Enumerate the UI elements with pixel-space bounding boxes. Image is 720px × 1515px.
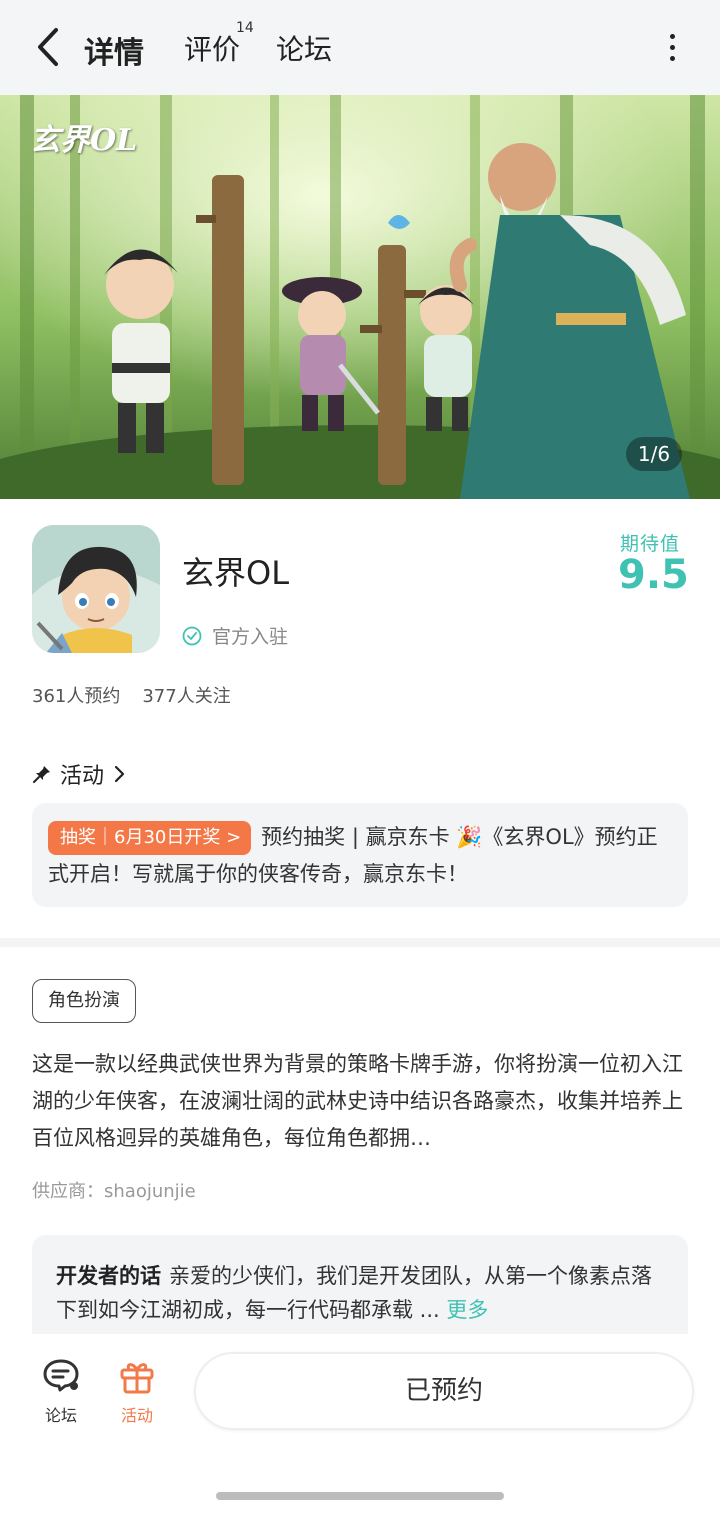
- review-count-badge: 14: [236, 20, 254, 36]
- expectation-score: 9.5: [618, 552, 689, 598]
- tab-forum[interactable]: 论坛: [276, 28, 332, 68]
- follower-count: 377人关注: [142, 686, 231, 707]
- game-logo: 玄界OL: [30, 123, 138, 158]
- genre-tag[interactable]: 角色扮演: [32, 979, 136, 1023]
- tab-forum-label: 论坛: [276, 33, 333, 66]
- game-app-icon: [32, 525, 160, 653]
- game-title: 玄界OL: [182, 554, 290, 592]
- tab-detail[interactable]: 详情: [80, 28, 148, 72]
- pin-icon: [33, 766, 50, 783]
- more-options-icon[interactable]: [660, 30, 684, 66]
- reserved-button[interactable]: 已预约: [194, 1352, 694, 1430]
- gift-icon: [120, 1363, 154, 1394]
- activity-section-header[interactable]: 活动: [32, 758, 126, 790]
- reservation-count: 361人预约: [32, 686, 121, 707]
- tab-detail-label: 详情: [84, 36, 144, 71]
- carousel-counter: 1/6: [626, 437, 682, 471]
- game-stats: 361人预约 377人关注: [32, 682, 231, 708]
- tab-review-label: 评价: [184, 33, 241, 66]
- activity-title: 活动: [60, 764, 105, 789]
- official-label: 官方入驻: [212, 626, 289, 648]
- tab-review[interactable]: 评价: [184, 28, 240, 68]
- forum-label: 论坛: [44, 1406, 77, 1425]
- screenshot-carousel[interactable]: 玄界OL 1/6: [0, 95, 720, 499]
- verified-check-icon: [182, 626, 202, 645]
- forum-chat-icon: [43, 1359, 79, 1392]
- developer-more-link[interactable]: 更多: [446, 1298, 488, 1322]
- official-verified: 官方入驻: [182, 622, 288, 649]
- bottom-activity-button[interactable]: 活动: [107, 1356, 167, 1426]
- top-nav-bar: 详情 评价 14 论坛: [0, 0, 720, 95]
- activity-label: 活动: [120, 1406, 153, 1425]
- bottom-forum-button[interactable]: 论坛: [31, 1356, 91, 1426]
- activity-card[interactable]: 抽奖｜6月30日开奖 > 预约抽奖 | 赢京东卡 🎉《玄界OL》预约正式开启！写就…: [32, 803, 688, 907]
- chevron-right-icon: [114, 765, 125, 783]
- back-arrow-icon[interactable]: [28, 24, 68, 70]
- supplier-info: 供应商：shaojunjie: [32, 1181, 196, 1202]
- home-indicator[interactable]: [216, 1492, 504, 1500]
- lottery-tag[interactable]: 抽奖｜6月30日开奖 >: [48, 821, 252, 855]
- activity-text-block: 抽奖｜6月30日开奖 > 预约抽奖 | 赢京东卡 🎉《玄界OL》预约正式开启！写就…: [48, 819, 676, 893]
- developer-note: 开发者的话 亲爱的少侠们，我们是开发团队，从第一个像素点落下到如今江湖初成，每一行…: [56, 1259, 666, 1327]
- game-description[interactable]: 这是一款以经典武侠世界为背景的策略卡牌手游，你将扮演一位初入江湖的少年侠客，在波…: [32, 1046, 688, 1157]
- developer-note-title: 开发者的话: [56, 1264, 161, 1288]
- section-divider: [0, 938, 720, 947]
- bottom-action-bar: 论坛 活动 已预约: [0, 1334, 720, 1515]
